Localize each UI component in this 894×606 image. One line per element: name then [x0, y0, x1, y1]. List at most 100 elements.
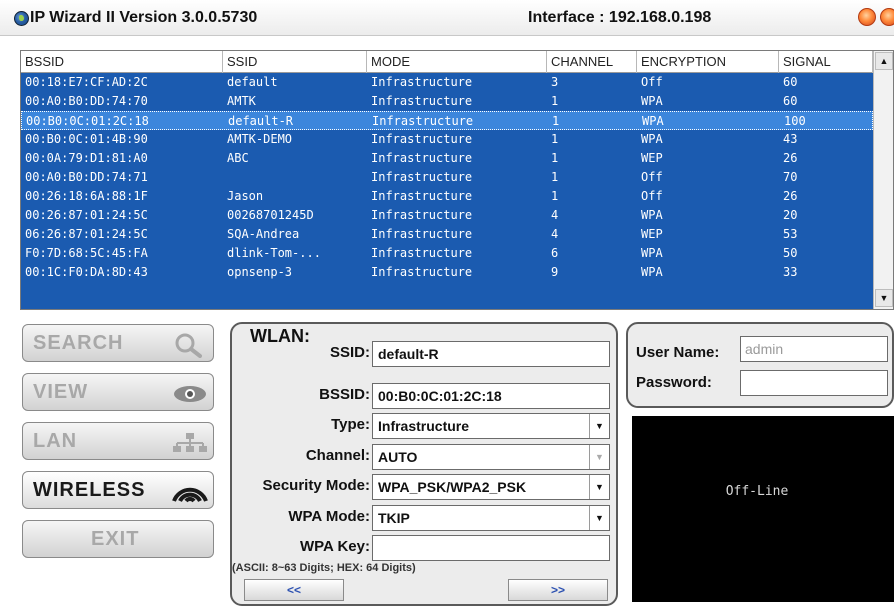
- column-header-channel[interactable]: CHANNEL: [547, 51, 637, 73]
- table-row[interactable]: 00:18:E7:CF:AD:2C default Infrastructure 3 O…: [21, 73, 873, 92]
- ssid-field[interactable]: default-R: [372, 341, 610, 367]
- channel-select[interactable]: AUTO ▼: [372, 444, 610, 470]
- channel-dropdown-icon[interactable]: ▼: [589, 445, 609, 469]
- wpa-mode-select[interactable]: TKIP ▼: [372, 505, 610, 531]
- security-mode-label: Security Mode:: [262, 477, 370, 494]
- table-row[interactable]: 00:B0:0C:01:4B:90 AMTK-DEMO Infrastructure…: [21, 130, 873, 149]
- table-row[interactable]: 00:A0:B0:DD:74:71 Infrastructure 1 Off 70: [21, 168, 873, 187]
- bssid-cell: 00:18:E7:CF:AD:2C: [25, 75, 148, 89]
- type-label: Type:: [331, 416, 370, 433]
- table-row[interactable]: 06:26:87:01:24:5C SQA-Andrea Infrastructur…: [21, 225, 873, 244]
- encryption-cell: WPA: [641, 132, 663, 146]
- table-row[interactable]: 00:B0:0C:01:2C:18 default-R Infrastructure…: [21, 111, 873, 130]
- signal-cell: 60: [783, 94, 798, 108]
- table-row[interactable]: F0:7D:68:5C:45:FA dlink-Tom-... Infrastruc…: [21, 244, 873, 263]
- bssid-cell: 00:26:18:6A:88:1F: [25, 189, 148, 203]
- table-row[interactable]: 00:A0:B0:DD:74:70 AMTK Infrastructure 1 WPA 6…: [21, 92, 873, 111]
- view-button[interactable]: VIEW: [22, 373, 214, 411]
- encryption-cell: Off: [641, 170, 663, 184]
- mode-cell: Infrastructure: [372, 114, 474, 128]
- bssid-cell: 06:26:87:01:24:5C: [25, 227, 148, 241]
- password-label: Password:: [636, 374, 712, 391]
- vertical-scrollbar[interactable]: ▲ ▼: [873, 51, 893, 309]
- table-row[interactable]: 00:26:87:01:24:5C 00268701245D Infrastruct…: [21, 206, 873, 225]
- wlan-title: WLAN:: [250, 326, 310, 346]
- password-field[interactable]: [740, 370, 888, 396]
- close-button[interactable]: [880, 8, 894, 26]
- scroll-up-icon[interactable]: ▲: [875, 52, 893, 70]
- ssid-cell: default-R: [228, 114, 294, 128]
- channel-cell: 1: [551, 151, 559, 165]
- table-row[interactable]: 00:0A:79:D1:81:A0 ABC Infrastructure 1 WEP 26: [21, 149, 873, 168]
- encryption-cell: WEP: [641, 151, 663, 165]
- ssid-cell: 00268701245D: [227, 208, 314, 222]
- scroll-down-icon[interactable]: ▼: [875, 289, 893, 307]
- security-mode-dropdown-icon[interactable]: ▼: [589, 475, 609, 499]
- security-mode-value: WPA_PSK/WPA2_PSK: [378, 479, 527, 495]
- wpa-mode-label: WPA Mode:: [288, 508, 370, 525]
- next-button[interactable]: >>: [508, 579, 608, 601]
- app-title: IP Wizard II Version 3.0.0.5730: [30, 9, 258, 26]
- signal-cell: 26: [783, 189, 798, 203]
- column-header-mode[interactable]: MODE: [367, 51, 547, 73]
- channel-cell: 4: [551, 227, 559, 241]
- channel-value: AUTO: [378, 449, 418, 465]
- ssid-cell: Jason: [227, 189, 264, 203]
- mode-cell: Infrastructure: [371, 170, 473, 184]
- type-dropdown-icon[interactable]: ▼: [589, 414, 609, 438]
- bssid-field[interactable]: 00:B0:0C:01:2C:18: [372, 383, 610, 409]
- bssid-cell: 00:0A:79:D1:81:A0: [25, 151, 148, 165]
- ssid-cell: AMTK: [227, 94, 256, 108]
- exit-button[interactable]: EXIT: [22, 520, 214, 558]
- minimize-button[interactable]: [858, 8, 876, 26]
- encryption-cell: WPA: [641, 94, 663, 108]
- title-bar: IP Wizard II Version 3.0.0.5730 Interfac…: [0, 0, 894, 36]
- ssid-cell: SQA-Andrea: [227, 227, 300, 241]
- channel-cell: 1: [551, 189, 559, 203]
- wpa-key-hint: (ASCII: 8~63 Digits; HEX: 64 Digits): [232, 562, 416, 574]
- search-button-label: SEARCH: [33, 332, 124, 354]
- table-row[interactable]: 00:1C:F0:DA:8D:43 opnsenp-3 Infrastructure…: [21, 263, 873, 282]
- channel-cell: 6: [551, 246, 559, 260]
- security-mode-select[interactable]: WPA_PSK/WPA2_PSK ▼: [372, 474, 610, 500]
- ssid-cell: ABC: [227, 151, 249, 165]
- wpa-mode-value: TKIP: [378, 510, 410, 526]
- previous-button[interactable]: <<: [244, 579, 344, 601]
- column-header-bssid[interactable]: BSSID: [21, 51, 223, 73]
- channel-cell: 9: [551, 265, 559, 279]
- encryption-cell: WPA: [642, 114, 664, 128]
- wpa-mode-dropdown-icon[interactable]: ▼: [589, 506, 609, 530]
- login-panel: User Name: admin Password:: [626, 322, 894, 408]
- channel-label: Channel:: [305, 447, 370, 464]
- type-value: Infrastructure: [378, 418, 470, 434]
- mode-cell: Infrastructure: [371, 151, 473, 165]
- channel-cell: 1: [551, 132, 559, 146]
- ssid-cell: dlink-Tom-...: [227, 246, 321, 260]
- column-header-encryption[interactable]: ENCRYPTION: [637, 51, 779, 73]
- username-value: admin: [745, 341, 784, 357]
- wpa-key-field[interactable]: [372, 535, 610, 561]
- table-row[interactable]: 00:26:18:6A:88:1F Jason Infrastructure 1 Off…: [21, 187, 873, 206]
- encryption-cell: WPA: [641, 265, 663, 279]
- signal-cell: 33: [783, 265, 798, 279]
- ssid-label: SSID:: [329, 344, 370, 361]
- type-select[interactable]: Infrastructure ▼: [372, 413, 610, 439]
- column-header-signal[interactable]: SIGNAL: [779, 51, 873, 73]
- encryption-cell: Off: [641, 189, 663, 203]
- wireless-button[interactable]: WIRELESS: [22, 471, 214, 509]
- bssid-label: BSSID:: [319, 386, 370, 403]
- channel-cell: 1: [551, 170, 559, 184]
- column-header-ssid[interactable]: SSID: [223, 51, 367, 73]
- channel-cell: 1: [551, 94, 559, 108]
- status-display: Off-Line: [632, 416, 894, 602]
- channel-cell: 4: [551, 208, 559, 222]
- signal-cell: 100: [784, 114, 806, 128]
- signal-cell: 43: [783, 132, 798, 146]
- ssid-cell: AMTK-DEMO: [227, 132, 293, 146]
- app-logo-icon: [14, 11, 29, 26]
- lan-button[interactable]: LAN: [22, 422, 214, 460]
- username-field[interactable]: admin: [740, 336, 888, 362]
- network-tree-icon: [173, 433, 207, 452]
- search-button[interactable]: SEARCH: [22, 324, 214, 362]
- signal-cell: 70: [783, 170, 798, 184]
